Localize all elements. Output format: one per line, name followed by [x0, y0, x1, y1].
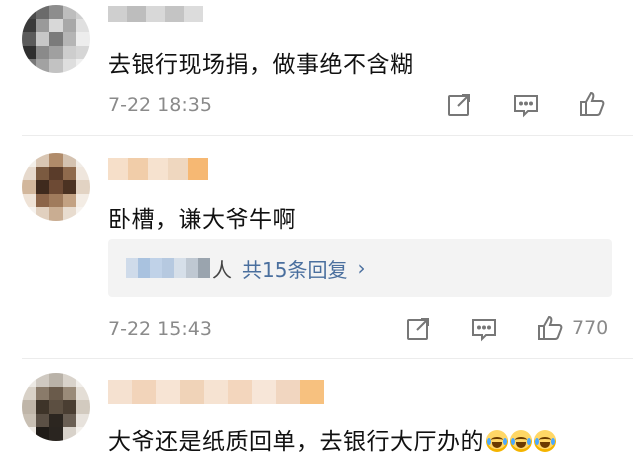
- username[interactable]: [108, 158, 208, 180]
- reply-username: [126, 258, 210, 278]
- comment-text: 卧槽，谦大爷牛啊: [108, 207, 296, 233]
- like-button[interactable]: 770: [536, 313, 608, 343]
- like-count: 770: [572, 317, 609, 339]
- comment-time: 7-22 18:35: [108, 94, 212, 116]
- comment-text: 大爷还是纸质回单，去银行大厅办的: [108, 422, 556, 456]
- laugh-cry-emoji-icon: [510, 430, 532, 452]
- comment-item: 去银行现场捐，做事绝不含糊 7-22 18:35: [0, 0, 633, 135]
- comment-icon: [514, 95, 538, 118]
- comment-text-body: 大爷还是纸质回单，去银行大厅办的: [108, 429, 484, 455]
- comment-button[interactable]: [470, 314, 498, 344]
- share-icon: [448, 94, 470, 116]
- comment-item: 大爷还是纸质回单，去银行大厅办的: [0, 360, 633, 455]
- divider: [22, 358, 633, 359]
- laugh-cry-emoji-icon: [486, 430, 508, 452]
- reply-count-link[interactable]: 共15条回复: [242, 254, 347, 283]
- reply-username-suffix: 人: [212, 257, 232, 282]
- like-icon: [580, 91, 605, 116]
- comment-icon: [472, 319, 496, 342]
- comment-item: 卧槽，谦大爷牛啊 人 共15条回复 › 7-22 15:43 770: [0, 136, 633, 360]
- avatar[interactable]: [22, 153, 90, 221]
- share-button[interactable]: [404, 314, 432, 344]
- share-button[interactable]: [445, 90, 473, 120]
- avatar[interactable]: [22, 373, 90, 441]
- share-icon: [407, 318, 429, 340]
- comment-button[interactable]: [512, 90, 540, 120]
- like-button[interactable]: [578, 89, 606, 119]
- username[interactable]: [108, 6, 203, 22]
- comment-time: 7-22 15:43: [108, 318, 212, 340]
- chevron-right-icon: ›: [357, 256, 366, 280]
- like-icon: [538, 315, 563, 340]
- comment-text: 去银行现场捐，做事绝不含糊: [108, 52, 414, 78]
- username[interactable]: [108, 380, 324, 404]
- avatar[interactable]: [22, 5, 90, 73]
- laugh-cry-emoji-icon: [534, 430, 556, 452]
- replies-preview[interactable]: 人 共15条回复 ›: [108, 239, 612, 297]
